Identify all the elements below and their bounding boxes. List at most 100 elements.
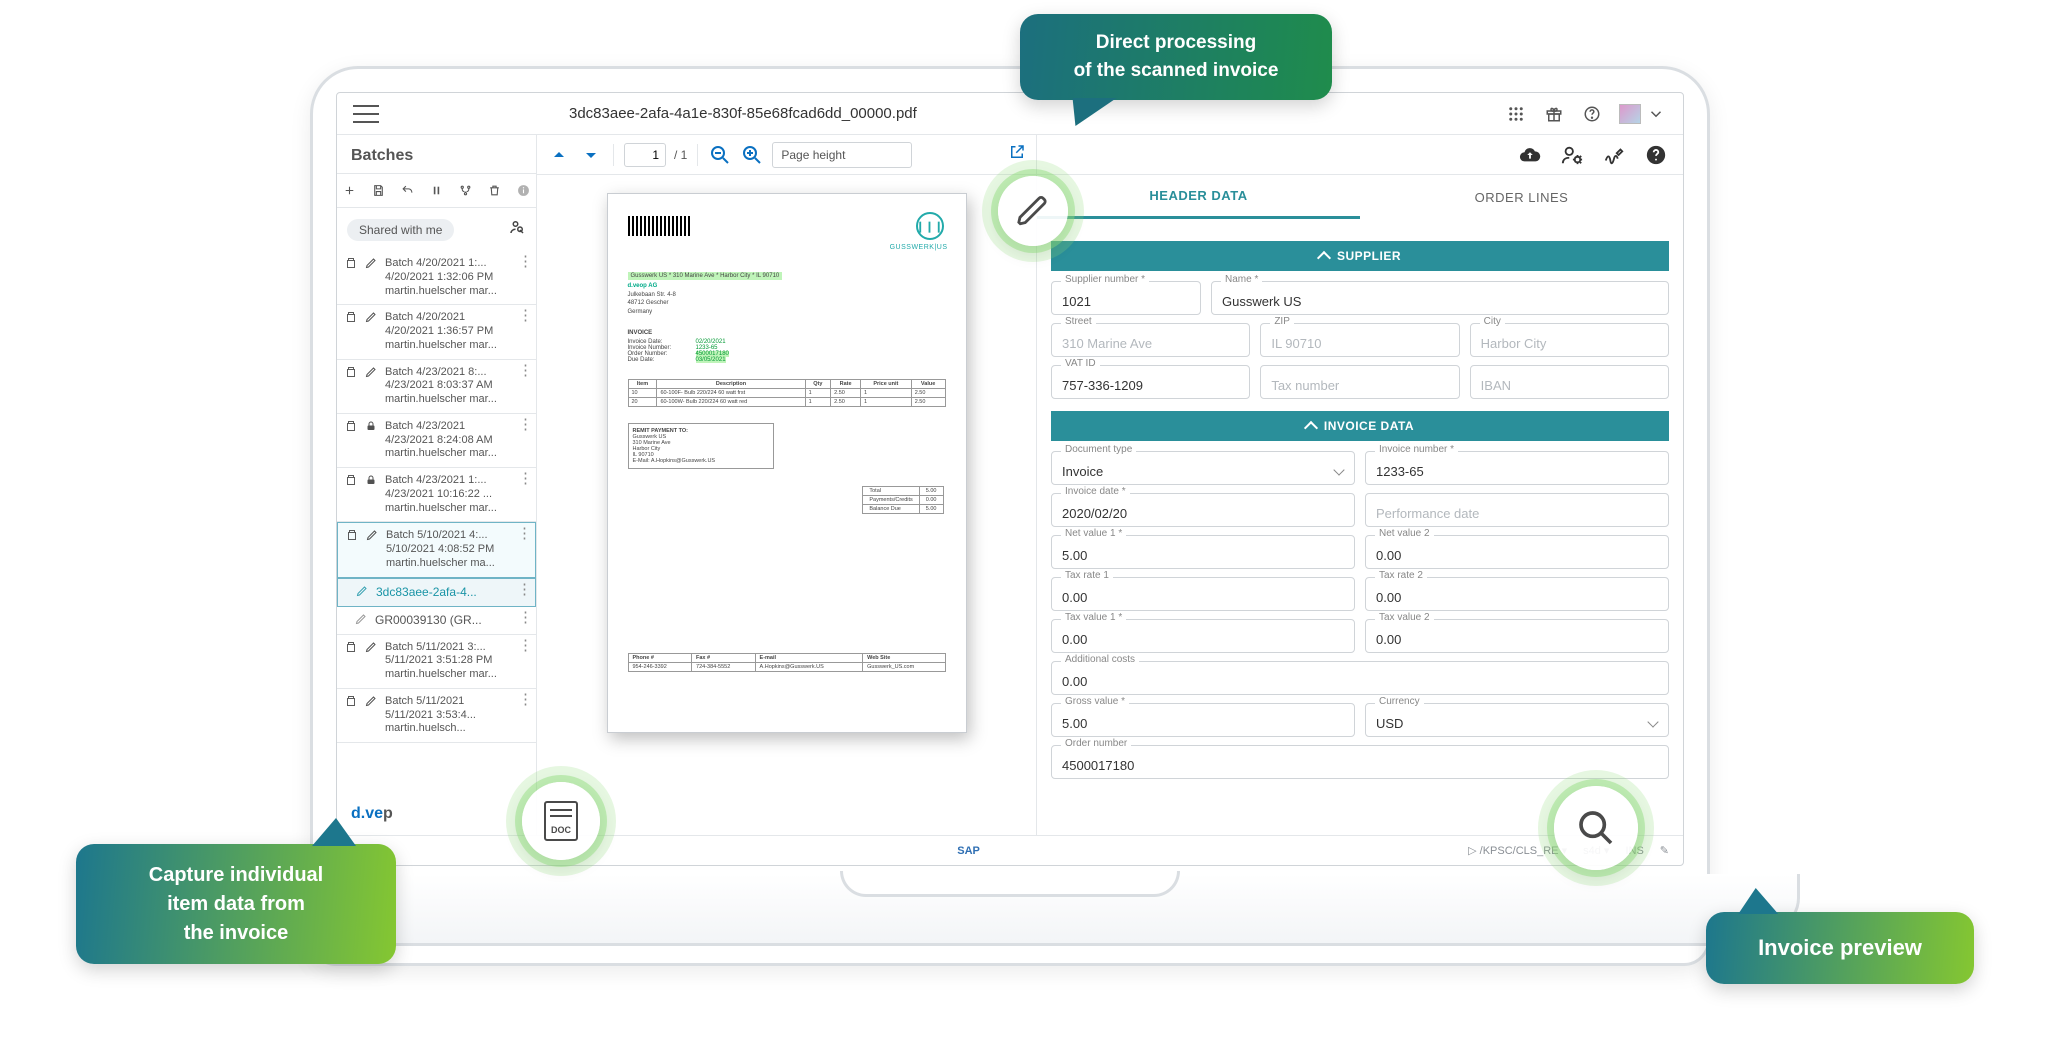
- form-panel: HEADER DATA ORDER LINES SUPPLIER Supplie…: [1037, 135, 1683, 835]
- add-button[interactable]: [343, 179, 356, 203]
- gift-icon[interactable]: [1543, 103, 1565, 125]
- laptop-frame: 3dc83aee-2afa-4a1e-830f-85e68fcad6dd_000…: [310, 66, 1710, 966]
- status-mode[interactable]: s4d ▾: [1583, 844, 1609, 857]
- help2-icon[interactable]: [1645, 144, 1667, 166]
- vat-field[interactable]: [1051, 365, 1250, 399]
- taxrate1-field[interactable]: [1051, 577, 1355, 611]
- menu-icon[interactable]: [353, 105, 379, 123]
- batches-panel: Batches Shared with me: [337, 135, 537, 835]
- prev-doc-button[interactable]: [547, 143, 571, 167]
- apps-icon[interactable]: [1505, 103, 1527, 125]
- sap-logo: SAP: [957, 845, 980, 857]
- status-path[interactable]: ▷ /KPSC/CLS_RE ▾: [1468, 844, 1567, 857]
- page-input[interactable]: [624, 143, 666, 167]
- taxnumber-field[interactable]: [1260, 365, 1459, 399]
- net2-field[interactable]: [1365, 535, 1669, 569]
- street-field[interactable]: [1051, 323, 1250, 357]
- laptop-notch: [840, 871, 1180, 897]
- batch-more-icon[interactable]: ⋮: [518, 695, 528, 705]
- page-total: / 1: [674, 148, 687, 162]
- pause-icon[interactable]: [430, 179, 443, 203]
- batch-item[interactable]: Batch 4/20/2021 1:...4/20/2021 1:32:06 P…: [337, 251, 536, 305]
- user-avatar[interactable]: [1619, 103, 1641, 125]
- app-screen: 3dc83aee-2afa-4a1e-830f-85e68fcad6dd_000…: [336, 92, 1684, 866]
- branch-icon[interactable]: [459, 179, 472, 203]
- performance-date-field[interactable]: [1365, 493, 1669, 527]
- zoom-mode-select[interactable]: Page height: [772, 142, 912, 168]
- batch-more-icon[interactable]: ⋮: [518, 641, 528, 651]
- cloud-upload-icon[interactable]: [1519, 144, 1541, 166]
- batch-item[interactable]: Batch 4/20/20214/20/2021 1:36:57 PMmarti…: [337, 305, 536, 359]
- brand-logo: d.vep: [337, 793, 536, 835]
- callout-invoice-preview: Invoice preview: [1706, 912, 1974, 984]
- gross-field[interactable]: [1051, 703, 1355, 737]
- batch-item[interactable]: Batch 4/23/2021 8:...4/23/2021 8:03:37 A…: [337, 360, 536, 414]
- status-edit-icon[interactable]: ✎: [1660, 844, 1669, 857]
- tab-order-lines[interactable]: ORDER LINES: [1360, 175, 1683, 219]
- open-external-icon[interactable]: [1008, 143, 1026, 166]
- invoice-footer: Phone #Fax #E-mailWeb Site954-246-339272…: [628, 653, 946, 672]
- order-number-field[interactable]: [1051, 745, 1669, 779]
- batch-item[interactable]: Batch 5/11/20215/11/2021 3:53:4...martin…: [337, 689, 536, 743]
- net1-field[interactable]: [1051, 535, 1355, 569]
- next-doc-button[interactable]: [579, 143, 603, 167]
- signature-icon[interactable]: [1603, 144, 1625, 166]
- supplier-name-field[interactable]: [1211, 281, 1669, 315]
- batch-more-icon[interactable]: ⋮: [518, 257, 528, 267]
- batch-item[interactable]: Batch 4/23/20214/23/2021 8:24:08 AMmarti…: [337, 414, 536, 468]
- taxrate2-field[interactable]: [1365, 577, 1669, 611]
- user-settings-icon[interactable]: [1561, 144, 1583, 166]
- zoom-out-icon[interactable]: [708, 143, 732, 167]
- app-topbar: 3dc83aee-2afa-4a1e-830f-85e68fcad6dd_000…: [337, 93, 1683, 135]
- laptop-base: [220, 874, 1800, 946]
- undo-icon[interactable]: [401, 179, 414, 203]
- chevron-down-icon[interactable]: [1645, 103, 1667, 125]
- batch-more-icon[interactable]: ⋮: [518, 420, 528, 430]
- company-logo-icon: ❙❙❙: [916, 212, 944, 240]
- batch-more-icon[interactable]: ⋮: [517, 529, 527, 539]
- supplier-number-field[interactable]: [1051, 281, 1201, 315]
- tab-header-data[interactable]: HEADER DATA: [1037, 175, 1360, 219]
- person-search-icon[interactable]: [508, 218, 526, 241]
- invoice-number-field[interactable]: [1365, 451, 1669, 485]
- invoice-line-table: ItemDescriptionQtyRatePrice unitValue106…: [628, 379, 946, 407]
- batches-heading: Batches: [337, 135, 536, 174]
- page-preview[interactable]: ❙❙❙ GUSSWERK|US Gusswerk US * 310 Marine…: [537, 175, 1036, 835]
- status-ins: INS: [1625, 845, 1643, 857]
- batch-more-icon[interactable]: ⋮: [518, 474, 528, 484]
- batch-more-icon[interactable]: ⋮: [518, 366, 528, 376]
- invoice-date-field[interactable]: [1051, 493, 1355, 527]
- batch-child[interactable]: 3dc83aee-2afa-4... ⋮: [337, 578, 536, 607]
- doctype-select[interactable]: [1051, 451, 1355, 485]
- batch-item[interactable]: Batch 5/11/2021 3:...5/11/2021 3:51:28 P…: [337, 635, 536, 689]
- viewer-toolbar: / 1 Page height: [537, 135, 1036, 175]
- batch-item[interactable]: Batch 4/23/2021 1:...4/23/2021 10:16:22 …: [337, 468, 536, 522]
- delete-icon[interactable]: [488, 179, 501, 203]
- taxval2-field[interactable]: [1365, 619, 1669, 653]
- batches-filter-row: Shared with me: [337, 208, 536, 251]
- zoom-in-icon[interactable]: [740, 143, 764, 167]
- save-icon[interactable]: [372, 179, 385, 203]
- shared-chip[interactable]: Shared with me: [347, 219, 454, 241]
- help-icon[interactable]: [1581, 103, 1603, 125]
- currency-select[interactable]: [1365, 703, 1669, 737]
- iban-field[interactable]: [1470, 365, 1669, 399]
- batch-list[interactable]: Batch 4/20/2021 1:...4/20/2021 1:32:06 P…: [337, 251, 536, 793]
- info-icon[interactable]: [517, 179, 530, 203]
- company-logo-caption: GUSSWERK|US: [890, 244, 948, 251]
- callout-direct-processing: Direct processing of the scanned invoice: [1020, 14, 1332, 100]
- section-invoice[interactable]: INVOICE DATA: [1051, 411, 1669, 441]
- callout-capture-items: Capture individual item data from the in…: [76, 844, 396, 964]
- taxval1-field[interactable]: [1051, 619, 1355, 653]
- batches-toolbar: [337, 174, 536, 208]
- zip-field[interactable]: [1260, 323, 1459, 357]
- batch-more-icon[interactable]: ⋮: [518, 311, 528, 321]
- batch-item[interactable]: Batch 5/10/2021 4:...5/10/2021 4:08:52 P…: [337, 522, 536, 577]
- batch-child[interactable]: GR00039130 (GR... ⋮: [337, 607, 536, 635]
- city-field[interactable]: [1470, 323, 1669, 357]
- section-supplier[interactable]: SUPPLIER: [1051, 241, 1669, 271]
- barcode: [628, 216, 690, 236]
- form-toolbar: [1037, 135, 1683, 175]
- additional-costs-field[interactable]: [1051, 661, 1669, 695]
- invoice-totals: Total5.00Payments/Credits0.00Balance Due…: [862, 486, 943, 514]
